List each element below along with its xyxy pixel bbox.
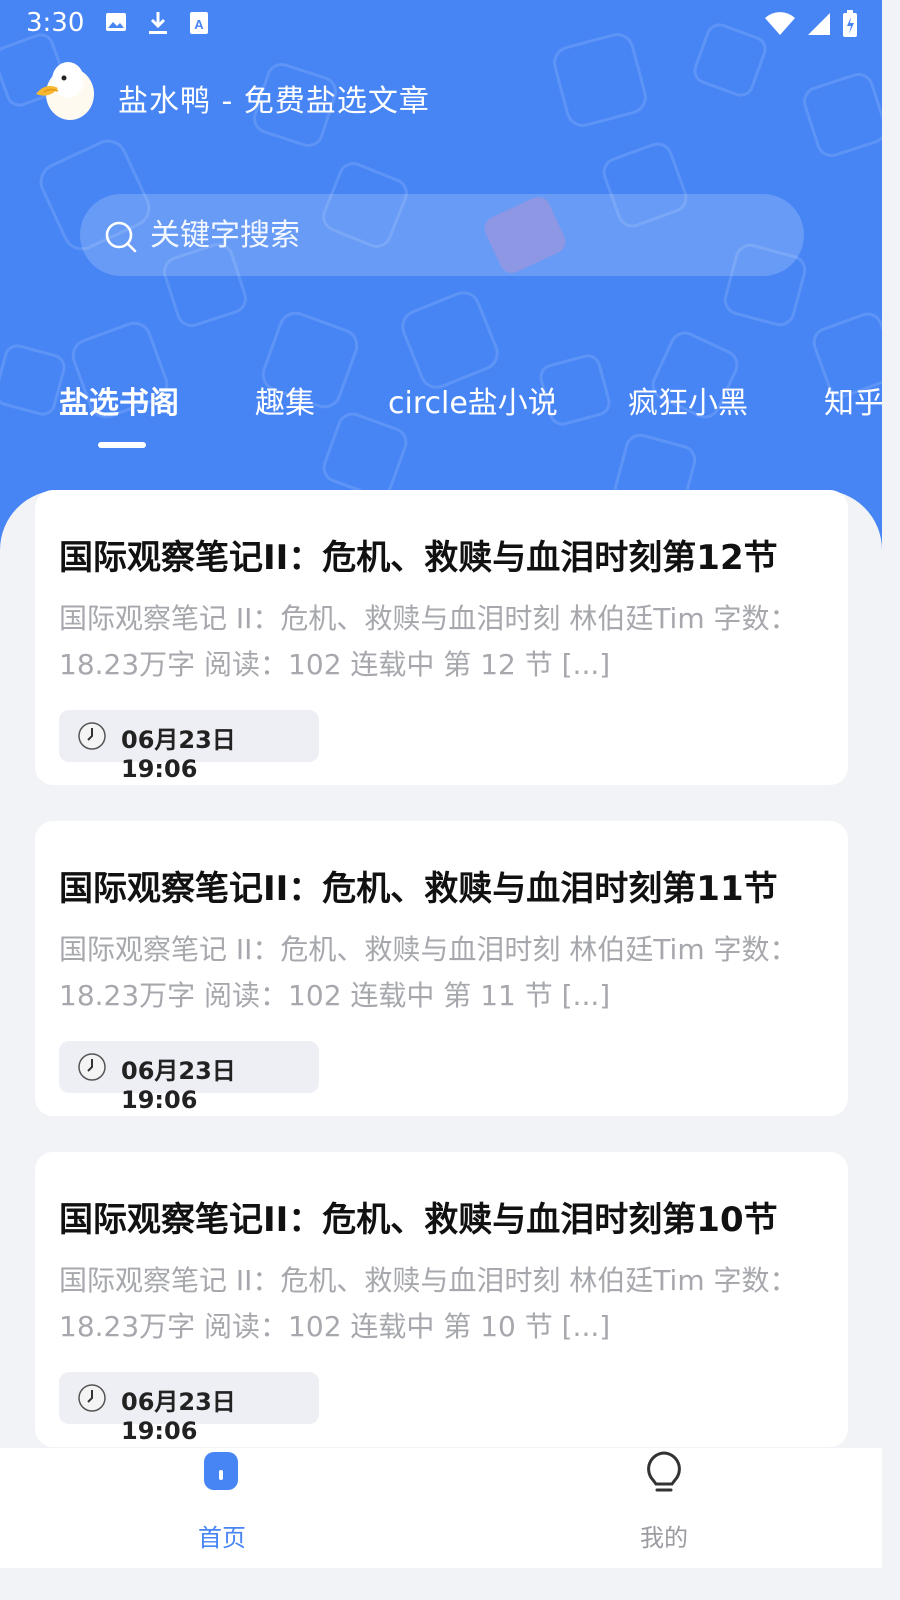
article-title[interactable]: 国际观察笔记II：危机、救赎与血泪时刻第11节: [59, 861, 825, 910]
status-bar: 3:30 A: [0, 0, 882, 48]
app-header: 3:30 A 盐水鸭 - 免费盐选文章 关键字搜索 盐选书阁 趣集 circle…: [0, 0, 882, 560]
signal-icon: [808, 13, 830, 35]
clock-icon: [78, 722, 106, 750]
nav-mine-label: 我的: [640, 1524, 688, 1552]
article-time: 06月23日 19:06: [121, 1388, 236, 1445]
article-title[interactable]: 国际观察笔记II：危机、救赎与血泪时刻第10节: [59, 1192, 825, 1241]
svg-text:A: A: [194, 17, 204, 32]
search-icon: [105, 221, 137, 253]
article-description: 国际观察笔记 II：危机、救赎与血泪时刻 林伯廷Tim 字数：18.23万字 阅…: [59, 602, 798, 681]
tab-fengkuang-xiaohei[interactable]: 疯狂小黑: [628, 378, 748, 422]
article-time: 06月23日 19:06: [121, 1057, 236, 1114]
tab-active-indicator: [98, 442, 146, 448]
article-card[interactable]: 国际观察笔记II：危机、救赎与血泪时刻第12节 国际观察笔记 II：危机、救赎与…: [35, 490, 848, 785]
status-time: 3:30: [26, 8, 85, 38]
tab-circle-yan-xiaoshuo[interactable]: circle盐小说: [388, 378, 558, 422]
article-title[interactable]: 国际观察笔记II：危机、救赎与血泪时刻第12节: [59, 530, 825, 579]
home-icon: [204, 1452, 238, 1490]
category-tabs: 盐选书阁 趣集 circle盐小说 疯狂小黑 知乎: [0, 372, 882, 442]
nav-mine[interactable]: 我的: [594, 1448, 734, 1568]
article-card[interactable]: 国际观察笔记II：危机、救赎与血泪时刻第11节 国际观察笔记 II：危机、救赎与…: [35, 821, 848, 1116]
duck-logo-icon: [36, 62, 94, 120]
article-list[interactable]: 国际观察笔记II：危机、救赎与血泪时刻第12节 国际观察笔记 II：危机、救赎与…: [0, 490, 882, 1568]
bottom-navigation: 首页 我的: [0, 1448, 882, 1568]
tab-quji[interactable]: 趣集: [255, 378, 315, 422]
nav-home-label: 首页: [198, 1524, 246, 1552]
clock-icon: [78, 1384, 106, 1412]
app-title: 盐水鸭 - 免费盐选文章: [118, 84, 430, 119]
nav-home[interactable]: 首页: [152, 1448, 292, 1568]
article-time-badge: 06月23日 19:06: [59, 1041, 319, 1114]
battery-icon: [843, 10, 857, 37]
article-description: 国际观察笔记 II：危机、救赎与血泪时刻 林伯廷Tim 字数：18.23万字 阅…: [59, 1264, 798, 1343]
tab-zhihu[interactable]: 知乎: [824, 378, 882, 422]
profile-icon: [647, 1451, 681, 1492]
search-input[interactable]: [150, 218, 650, 253]
download-icon: [149, 12, 167, 34]
article-time-badge: 06月23日 19:06: [59, 710, 319, 783]
clock-icon: [78, 1053, 106, 1081]
article-time-badge: 06月23日 19:06: [59, 1372, 319, 1445]
wifi-icon: [765, 12, 795, 35]
article-card[interactable]: 国际观察笔记II：危机、救赎与血泪时刻第10节 国际观察笔记 II：危机、救赎与…: [35, 1152, 848, 1447]
tab-yanxuan-shuge[interactable]: 盐选书阁: [59, 378, 179, 422]
translate-icon: A: [190, 12, 208, 34]
article-description: 国际观察笔记 II：危机、救赎与血泪时刻 林伯廷Tim 字数：18.23万字 阅…: [59, 933, 798, 1012]
image-icon: [106, 13, 126, 31]
article-time: 06月23日 19:06: [121, 726, 236, 783]
